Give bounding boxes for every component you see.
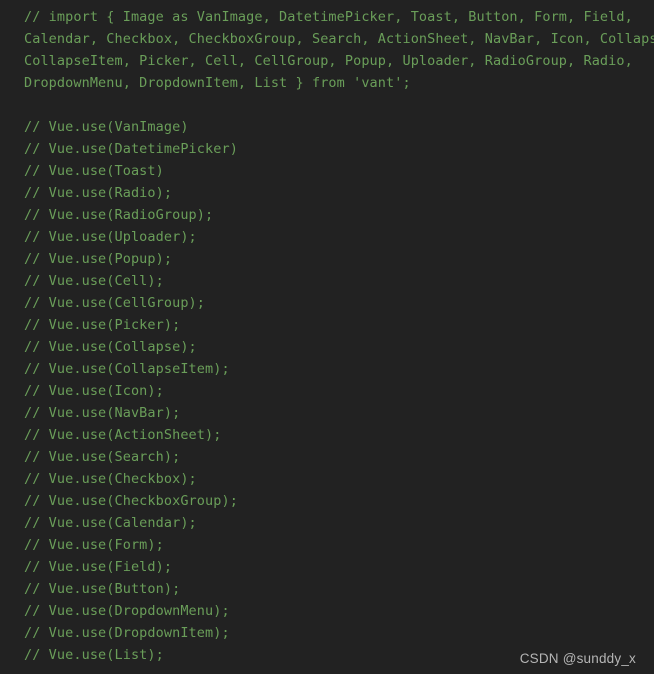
code-line: // Vue.use(Icon); [24, 383, 164, 399]
code-line: // Vue.use(Picker); [24, 317, 181, 333]
code-line: // Vue.use(DatetimePicker) [24, 141, 238, 157]
code-line: // Vue.use(CellGroup); [24, 295, 206, 311]
code-line: // import { Image as VanImage, DatetimeP… [24, 9, 633, 25]
code-line-list: // import { Image as VanImage, DatetimeP… [24, 6, 654, 666]
code-line: // Vue.use(Collapse); [24, 339, 197, 355]
code-line: // Vue.use(RadioGroup); [24, 207, 214, 223]
watermark: CSDN @sunddy_x [519, 651, 636, 666]
code-line: // Vue.use(Field); [24, 559, 173, 575]
code-line: CollapseItem, Picker, Cell, CellGroup, P… [24, 53, 633, 69]
code-line: // Vue.use(Search); [24, 449, 181, 465]
code-line: // Vue.use(DropdownMenu); [24, 603, 230, 619]
code-line: // Vue.use(ActionSheet); [24, 427, 222, 443]
code-line: // Vue.use(Uploader); [24, 229, 197, 245]
code-line: // Vue.use(Checkbox); [24, 471, 197, 487]
code-line: DropdownMenu, DropdownItem, List } from … [24, 75, 411, 91]
code-line: // Vue.use(DropdownItem); [24, 625, 230, 641]
code-line: Calendar, Checkbox, CheckboxGroup, Searc… [24, 31, 654, 47]
code-line: // Vue.use(Toast) [24, 163, 164, 179]
code-line: // Vue.use(Cell); [24, 273, 164, 289]
code-line: // Vue.use(Calendar); [24, 515, 197, 531]
code-line: // Vue.use(Button); [24, 581, 181, 597]
code-line: // Vue.use(Form); [24, 537, 164, 553]
code-line: // Vue.use(Popup); [24, 251, 173, 267]
code-line: // Vue.use(NavBar); [24, 405, 181, 421]
code-line: // Vue.use(CheckboxGroup); [24, 493, 238, 509]
code-line: // Vue.use(Radio); [24, 185, 173, 201]
code-editor[interactable]: // import { Image as VanImage, DatetimeP… [0, 0, 654, 674]
code-line: // Vue.use(CollapseItem); [24, 361, 230, 377]
code-line: // Vue.use(VanImage) [24, 119, 189, 135]
